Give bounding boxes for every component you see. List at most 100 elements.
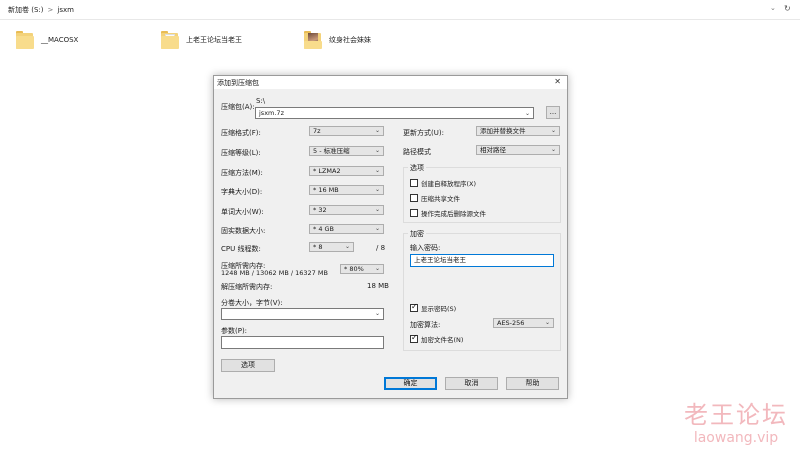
sfx-checkbox[interactable]: 创建自释放程序(X) (410, 178, 476, 188)
folder-icon (160, 30, 180, 50)
breadcrumb-folder[interactable]: jsxm (57, 6, 74, 14)
address-bar[interactable]: 新加卷 (S:) > jsxm ⌄ ↻ (0, 0, 800, 20)
add-to-archive-dialog: 添加到压缩包 ✕ 压缩包(A): S:\ jsxm.7z ⌄ ... 压缩格式(… (213, 75, 568, 399)
breadcrumb-separator: > (47, 6, 54, 14)
file-item-folder-2[interactable]: 上老王论坛当老王 (160, 30, 242, 50)
solid-size-select[interactable]: * 4 GB ⌄ (309, 224, 384, 234)
options-group-title: 选项 (408, 163, 426, 173)
chevron-down-icon: ⌄ (544, 319, 550, 326)
memory-percent-select[interactable]: * 80% ⌄ (340, 264, 384, 274)
browse-button[interactable]: ... (546, 106, 560, 119)
path-mode-select[interactable]: 相对路径 ⌄ (476, 145, 560, 155)
method-label: 压缩方法(M): (221, 169, 263, 177)
delete-after-checkbox[interactable]: 操作完成后删除源文件 (410, 208, 486, 218)
encryption-method-label: 加密算法: (410, 321, 441, 329)
password-label: 输入密码: (410, 244, 441, 252)
format-label: 压缩格式(F): (221, 129, 261, 137)
chevron-down-icon: ⌄ (344, 243, 350, 250)
delete-after-label: 操作完成后删除源文件 (421, 210, 486, 218)
params-label: 参数(P): (221, 327, 248, 335)
chevron-down-icon: ⌄ (374, 310, 380, 317)
chevron-down-icon: ⌄ (524, 110, 530, 117)
cpu-threads-label: CPU 线程数: (221, 245, 261, 253)
chevron-down-icon: ⌄ (374, 127, 380, 134)
dialog-titlebar[interactable]: 添加到压缩包 ✕ (214, 76, 567, 89)
cpu-threads-select[interactable]: * 8 ⌄ (309, 242, 354, 252)
refresh-icon[interactable]: ↻ (784, 4, 794, 14)
file-item-folder-3[interactable]: 纹身社会妹妹 (303, 30, 371, 50)
file-name: 纹身社会妹妹 (329, 36, 371, 44)
memory-values: 1248 MB / 13062 MB / 16327 MB (221, 269, 328, 277)
chevron-down-icon: ⌄ (374, 147, 380, 154)
cancel-button[interactable]: 取消 (445, 377, 498, 390)
file-item-macosx[interactable]: __MACOSX (15, 30, 78, 50)
watermark-text: 老王论坛 (684, 401, 788, 429)
solid-size-label: 固实数据大小: (221, 227, 266, 235)
solid-size-value: * 4 GB (313, 225, 335, 233)
password-input[interactable]: 上老王论坛当老王 (410, 254, 554, 267)
chevron-down-icon: ⌄ (374, 167, 380, 174)
checkbox-box (410, 302, 418, 312)
show-password-checkbox[interactable]: 显示密码(S) (410, 302, 457, 313)
encryption-group: 加密 输入密码: 上老王论坛当老王 显示密码(S) 加密算法: AES-256 ⌄… (403, 229, 561, 351)
level-select[interactable]: 5 - 标准压缩 ⌄ (309, 146, 384, 156)
cpu-threads-max: / 8 (376, 244, 386, 252)
memory-percent-value: * 80% (344, 265, 364, 273)
sfx-label: 创建自释放程序(X) (421, 180, 477, 188)
word-size-select[interactable]: * 32 ⌄ (309, 205, 384, 215)
breadcrumb-drive[interactable]: 新加卷 (S:) (8, 5, 44, 15)
level-label: 压缩等级(L): (221, 149, 261, 157)
chevron-down-icon: ⌄ (550, 146, 556, 153)
help-button[interactable]: 帮助 (506, 377, 559, 390)
close-icon[interactable]: ✕ (554, 77, 561, 86)
decompress-memory-value: 18 MB (367, 282, 389, 290)
checkbox-box (410, 179, 418, 187)
archive-directory: S:\ (256, 97, 266, 105)
format-select[interactable]: 7z ⌄ (309, 126, 384, 136)
checkbox-box (410, 209, 418, 217)
path-mode-value: 相对路径 (480, 146, 506, 154)
level-value: 5 - 标准压缩 (313, 147, 350, 155)
watermark-url: laowang.vip (693, 430, 779, 446)
path-mode-label: 路径模式 (403, 148, 431, 156)
split-size-label: 分卷大小，字节(V): (221, 299, 283, 307)
options-group: 选项 创建自释放程序(X) 压缩共享文件 操作完成后删除源文件 (403, 163, 561, 223)
dictionary-select[interactable]: * 16 MB ⌄ (309, 185, 384, 195)
archive-name-value: jsxm.7z (259, 109, 284, 117)
archive-name-combo[interactable]: jsxm.7z ⌄ (255, 107, 534, 119)
archive-label: 压缩包(A): (221, 103, 255, 111)
password-value: 上老王论坛当老王 (414, 256, 466, 264)
encryption-method-value: AES-256 (497, 319, 525, 327)
method-value: * LZMA2 (313, 167, 341, 175)
dialog-title: 添加到压缩包 (217, 79, 259, 87)
chevron-down-icon: ⌄ (550, 127, 556, 134)
update-mode-value: 添加并替换文件 (480, 127, 526, 135)
ok-button[interactable]: 确定 (384, 377, 437, 390)
show-password-label: 显示密码(S) (421, 305, 457, 313)
folder-icon (15, 30, 35, 50)
chevron-down-icon: ⌄ (374, 206, 380, 213)
checkbox-box (410, 333, 418, 343)
decompress-memory-label: 解压缩所需内存: (221, 283, 273, 291)
method-select[interactable]: * LZMA2 ⌄ (309, 166, 384, 176)
breadcrumb: 新加卷 (S:) > jsxm (8, 5, 74, 15)
cpu-threads-value: * 8 (313, 243, 323, 251)
chevron-down-icon: ⌄ (374, 186, 380, 193)
file-name: __MACOSX (41, 36, 79, 44)
params-input[interactable] (221, 336, 384, 349)
chevron-down-icon: ⌄ (374, 225, 380, 232)
checkbox-box (410, 194, 418, 202)
shared-files-checkbox[interactable]: 压缩共享文件 (410, 193, 460, 203)
encryption-method-select[interactable]: AES-256 ⌄ (493, 318, 554, 328)
update-mode-label: 更新方式(U): (403, 129, 444, 137)
file-name: 上老王论坛当老王 (186, 36, 242, 44)
dictionary-value: * 16 MB (313, 186, 339, 194)
encryption-group-title: 加密 (408, 229, 426, 239)
update-mode-select[interactable]: 添加并替换文件 ⌄ (476, 126, 560, 136)
options-button[interactable]: 选项 (221, 359, 275, 372)
dictionary-label: 字典大小(D): (221, 188, 263, 196)
chevron-down-icon[interactable]: ⌄ (770, 4, 778, 14)
chevron-down-icon: ⌄ (374, 265, 380, 272)
split-size-combo[interactable]: ⌄ (221, 308, 384, 320)
encrypt-names-checkbox[interactable]: 加密文件名(N) (410, 333, 463, 344)
